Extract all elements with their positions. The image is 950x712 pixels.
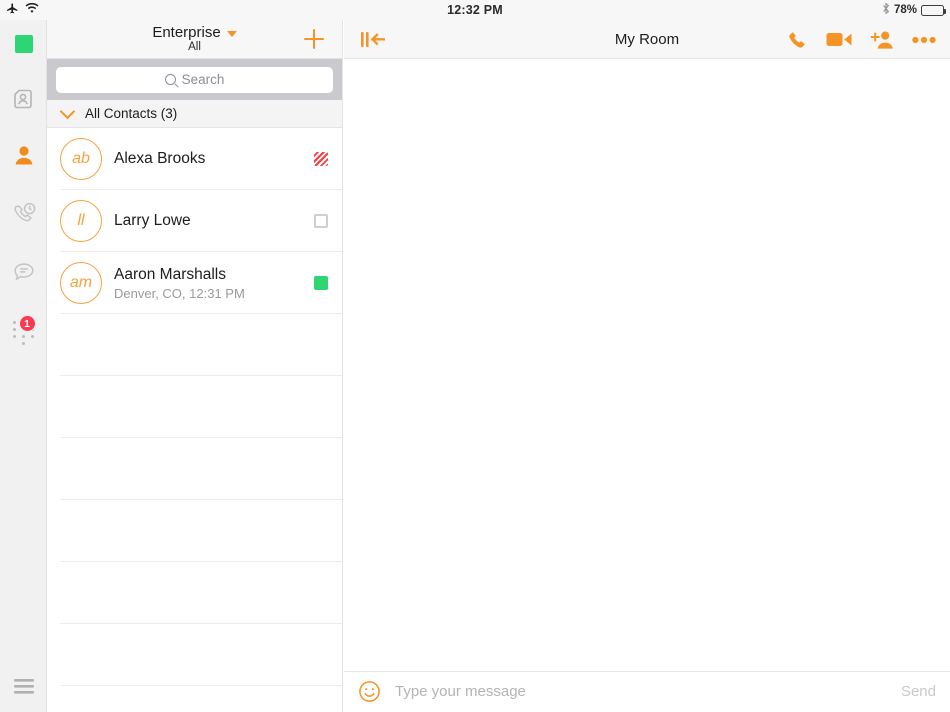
- empty-list-row: [47, 562, 342, 624]
- phone-clock-icon: [11, 201, 37, 232]
- empty-list-row: [47, 500, 342, 562]
- contact-name: Larry Lowe: [114, 212, 191, 230]
- contact-row[interactable]: ll Larry Lowe: [47, 190, 342, 252]
- contact-card-icon: [11, 86, 37, 117]
- smiley-icon[interactable]: [358, 680, 381, 703]
- video-call-button[interactable]: [826, 30, 852, 49]
- chat-bubble-icon: [11, 259, 37, 290]
- more-options-button[interactable]: [912, 36, 936, 44]
- contact-name: Alexa Brooks: [114, 150, 206, 168]
- chevron-down-icon: [59, 103, 76, 120]
- sidebar-header: Enterprise All: [47, 20, 342, 59]
- ios-status-bar: 12:32 PM 78%: [0, 0, 950, 20]
- green-square-icon: [14, 35, 33, 53]
- contact-name: Aaron Marshalls: [114, 265, 226, 283]
- contacts-group-label: All Contacts (3): [85, 106, 178, 121]
- rail-item-call-history[interactable]: [0, 192, 47, 240]
- search-icon: [164, 74, 176, 85]
- directory-title: Enterprise: [152, 24, 221, 41]
- collapse-panel-icon[interactable]: [361, 31, 387, 48]
- rail-item-chat[interactable]: [0, 250, 47, 298]
- message-input[interactable]: [395, 683, 891, 700]
- contact-row[interactable]: ab Alexa Brooks: [47, 128, 342, 190]
- conversation-header: My Room: [344, 20, 950, 59]
- add-contact-button[interactable]: [302, 27, 326, 51]
- contacts-sidebar: Enterprise All Search All Contacts (3) a…: [47, 20, 343, 712]
- contact-row[interactable]: am Aaron Marshalls Denver, CO, 12:31 PM: [47, 252, 342, 314]
- contact-text: Alexa Brooks: [114, 149, 205, 168]
- empty-list-row: [47, 438, 342, 500]
- send-button[interactable]: Send: [891, 683, 936, 700]
- navigation-rail: 1: [0, 20, 47, 712]
- rail-item-presence-status[interactable]: [0, 20, 47, 68]
- hamburger-menu-icon: [12, 677, 36, 700]
- directory-selector[interactable]: Enterprise All: [47, 20, 342, 53]
- status-bar-clock: 12:32 PM: [447, 3, 503, 17]
- contacts-group-header[interactable]: All Contacts (3): [47, 100, 342, 128]
- rail-item-dialpad[interactable]: 1: [0, 308, 47, 356]
- empty-list-row: [47, 314, 342, 376]
- bluetooth-icon: [882, 2, 890, 18]
- message-composer: Send: [344, 671, 950, 711]
- search-placeholder: Search: [181, 72, 225, 87]
- person-icon: [11, 143, 37, 174]
- rail-item-directory[interactable]: [0, 77, 47, 125]
- caret-down-icon: [226, 30, 237, 37]
- busy-status-icon: [314, 152, 328, 166]
- conversation-panel: My Room Type your message Send: [344, 20, 950, 712]
- empty-list-row: [47, 376, 342, 438]
- message-area: [344, 59, 950, 671]
- battery-icon: [921, 4, 946, 16]
- empty-list-row: [47, 624, 342, 686]
- offline-status-icon: [314, 214, 328, 228]
- contact-text: Aaron Marshalls Denver, CO, 12:31 PM: [114, 265, 245, 301]
- rail-item-menu[interactable]: [0, 664, 47, 712]
- conversation-actions: [787, 20, 936, 59]
- rail-item-contacts[interactable]: [0, 134, 47, 182]
- directory-filter: All: [188, 41, 201, 53]
- contacts-list: ab Alexa Brooks ll Larry Lowe am Aaron Marsha…: [47, 128, 342, 686]
- avatar: am: [60, 262, 102, 304]
- available-status-icon: [314, 276, 328, 290]
- audio-call-button[interactable]: [787, 29, 808, 50]
- search-bar-container: Search: [47, 59, 342, 100]
- search-input[interactable]: Search: [56, 66, 333, 93]
- status-bar-right: 78%: [882, 2, 946, 18]
- dialpad-badge: 1: [18, 315, 36, 332]
- app-window: 12:32 PM 78% 1 Enterprise All Search All…: [0, 0, 950, 712]
- dialpad-icon: 1: [12, 315, 36, 345]
- avatar: ab: [60, 138, 102, 180]
- add-participant-button[interactable]: [870, 30, 894, 50]
- battery-percent: 78%: [893, 4, 917, 16]
- contact-text: Larry Lowe: [114, 211, 191, 230]
- avatar: ll: [60, 200, 102, 242]
- contact-subtitle: Denver, CO, 12:31 PM: [114, 286, 245, 302]
